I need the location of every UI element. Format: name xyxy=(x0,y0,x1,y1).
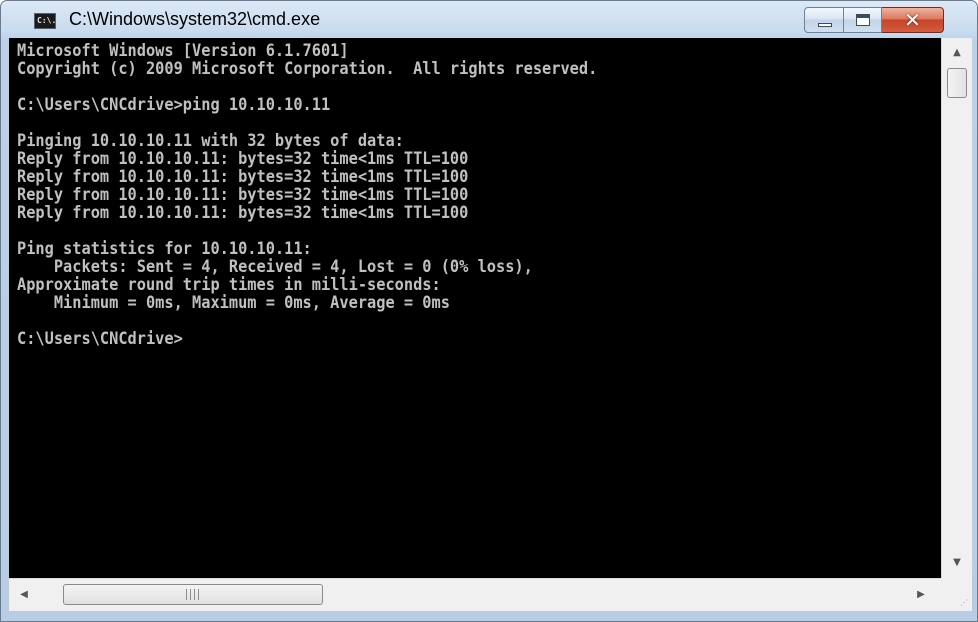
cmd-window: C:\. C:\Windows\system32\cmd.exe ✕ Micro… xyxy=(0,0,978,622)
maximize-icon xyxy=(856,14,870,26)
close-button[interactable]: ✕ xyxy=(882,7,944,33)
vertical-scrollbar[interactable]: ▲ ▼ xyxy=(941,38,972,578)
title-bar[interactable]: C:\. C:\Windows\system32\cmd.exe ✕ xyxy=(1,1,977,37)
scroll-right-arrow-icon[interactable]: ▶ xyxy=(906,579,936,611)
thumb-grip-icon xyxy=(186,589,200,600)
maximize-button[interactable] xyxy=(844,7,882,33)
console-output-area[interactable]: Microsoft Windows [Version 6.1.7601] Cop… xyxy=(9,38,941,578)
minimize-button[interactable] xyxy=(804,7,844,33)
cmd-app-icon[interactable]: C:\. xyxy=(34,13,56,29)
scroll-left-arrow-icon[interactable]: ◀ xyxy=(9,579,39,611)
console-text: Microsoft Windows [Version 6.1.7601] Cop… xyxy=(17,41,598,349)
cmd-app-icon-label: C:\. xyxy=(37,16,57,25)
horizontal-scroll-thumb[interactable] xyxy=(63,584,323,605)
close-icon: ✕ xyxy=(904,8,921,32)
size-grip-icon: ⋰ xyxy=(960,598,968,607)
scroll-up-arrow-icon[interactable]: ▲ xyxy=(942,38,972,68)
vertical-scroll-thumb[interactable] xyxy=(947,68,967,98)
window-title: C:\Windows\system32\cmd.exe xyxy=(69,9,321,29)
scroll-down-arrow-icon[interactable]: ▼ xyxy=(942,548,972,578)
size-grip[interactable]: ⋰ xyxy=(941,578,972,611)
minimize-icon xyxy=(818,23,832,27)
horizontal-scrollbar[interactable]: ◀ ▶ xyxy=(9,578,941,611)
